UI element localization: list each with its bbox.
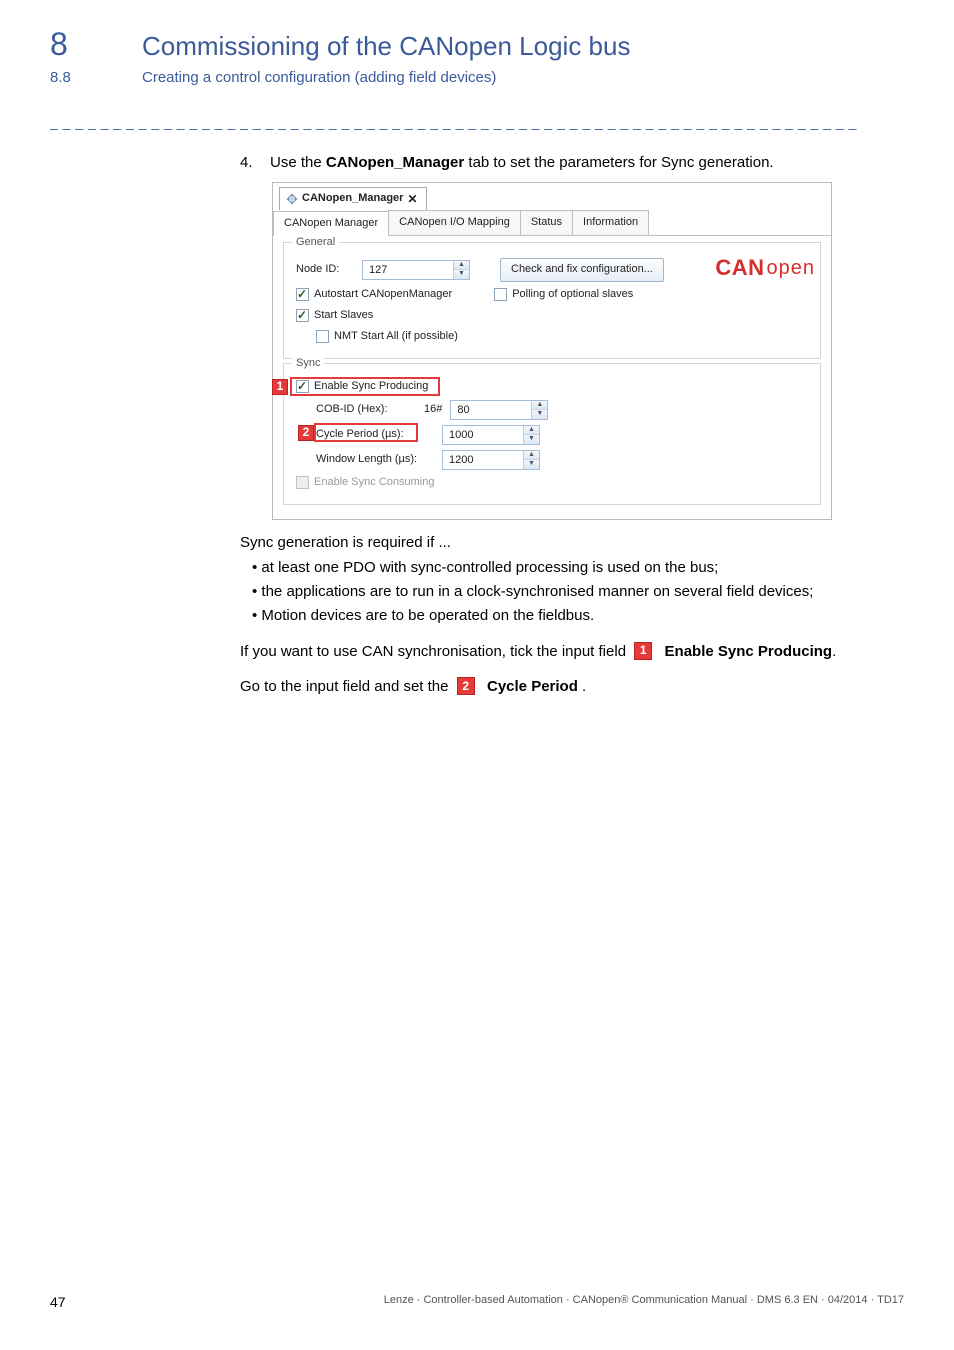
p1-bold: Enable Sync Producing [665,643,833,660]
document-tab-label: CANopen_Manager [302,191,403,207]
window-length-spinner[interactable]: ▲▼ [523,451,539,469]
page-footer: 47 Lenze · Controller-based Automation ·… [0,1294,954,1310]
p1-pre: If you want to use CAN synchronisation, … [240,643,630,660]
cob-id-prefix: 16# [424,402,442,418]
sync-group: Sync 1 Enable Sync Producing COB-ID (Hex… [283,363,821,505]
bullet-list: at least one PDO with sync-controlled pr… [252,557,874,626]
paragraph-cycle-period: Go to the input field and set the 2 Cycl… [240,676,874,698]
section-title: Creating a control configuration (adding… [142,69,496,86]
cob-id-value: 80 [451,401,531,419]
list-item: at least one PDO with sync-controlled pr… [252,557,874,579]
chapter-title: Commissioning of the CANopen Logic bus [142,31,630,62]
step-number: 4. [240,152,258,174]
start-slaves-checkbox[interactable]: Start Slaves [296,308,373,324]
enable-sync-consuming-label: Enable Sync Consuming [314,475,434,491]
tab-status[interactable]: Status [520,210,573,235]
p2-bold: Cycle Period [487,678,578,695]
p2-pre: Go to the input field and set the [240,678,453,695]
nmt-start-all-checkbox[interactable]: NMT Start All (if possible) [316,329,458,345]
chevron-up-icon[interactable]: ▲ [454,261,469,270]
chevron-down-icon[interactable]: ▼ [524,459,539,469]
chevron-up-icon[interactable]: ▲ [524,426,539,435]
tab-information[interactable]: Information [572,210,649,235]
callout-marker-2: 2 [298,425,314,441]
device-icon [286,193,298,205]
callout-marker-1: 1 [272,379,288,395]
list-item: the applications are to run in a clock-s… [252,581,874,603]
chevron-up-icon[interactable]: ▲ [524,451,539,460]
canopen-manager-panel: CANopen_Manager ✕ CANopen Manager CANope… [272,182,832,520]
cycle-period-spinner[interactable]: ▲▼ [523,426,539,444]
logo-open: open [767,254,816,283]
step-4: 4. Use the CANopen_Manager tab to set th… [240,152,874,174]
general-legend: General [292,235,339,251]
top-tab-bar: CANopen_Manager ✕ [273,183,831,210]
callout-box-2 [314,423,418,442]
autostart-checkbox[interactable]: Autostart CANopenManager [296,287,452,303]
node-id-value: 127 [363,261,453,279]
nmt-start-all-label: NMT Start All (if possible) [334,329,458,345]
window-length-input[interactable]: 1200 ▲▼ [442,450,540,470]
autostart-label: Autostart CANopenManager [314,287,452,303]
chevron-down-icon[interactable]: ▼ [532,409,547,419]
step-pre: Use the [270,154,326,171]
check-fix-button[interactable]: Check and fix configuration... [500,258,664,282]
canopen-logo: CANopen [715,252,815,284]
cob-id-label: COB-ID (Hex): [316,402,416,418]
page-header: 8 Commissioning of the CANopen Logic bus… [0,0,954,86]
chapter-number: 8 [50,26,84,63]
page-number: 47 [50,1294,66,1310]
sub-tab-bar: CANopen Manager CANopen I/O Mapping Stat… [273,210,831,236]
document-tab-canopen-manager[interactable]: CANopen_Manager ✕ [279,187,427,210]
separator: _ _ _ _ _ _ _ _ _ _ _ _ _ _ _ _ _ _ _ _ … [50,114,904,130]
close-icon[interactable]: ✕ [407,191,417,208]
inline-marker-1: 1 [634,642,652,660]
chevron-down-icon[interactable]: ▼ [524,434,539,444]
cob-id-input[interactable]: 80 ▲▼ [450,400,548,420]
tab-canopen-manager[interactable]: CANopen Manager [273,211,389,236]
sync-required-intro: Sync generation is required if ... [240,532,874,554]
chevron-up-icon[interactable]: ▲ [532,401,547,410]
p2-post: . [578,678,586,695]
cob-id-spinner[interactable]: ▲▼ [531,401,547,419]
inline-marker-2: 2 [457,677,475,695]
explanation-text: Sync generation is required if ... at le… [240,532,874,699]
cycle-period-value: 1000 [443,426,523,444]
step-bold: CANopen_Manager [326,154,464,171]
tab-canopen-io-mapping[interactable]: CANopen I/O Mapping [388,210,521,235]
sync-legend: Sync [292,356,324,372]
section-number: 8.8 [50,69,84,86]
list-item: Motion devices are to be operated on the… [252,605,874,627]
logo-can: CAN [715,252,764,284]
node-id-label: Node ID: [296,262,354,278]
start-slaves-label: Start Slaves [314,308,373,324]
panel-body: CANopen General Node ID: 127 ▲▼ Check an… [273,236,831,519]
window-length-label: Window Length (µs): [316,452,434,468]
cycle-period-input[interactable]: 1000 ▲▼ [442,425,540,445]
enable-sync-consuming-checkbox: Enable Sync Consuming [296,475,434,491]
callout-box-1 [290,377,440,396]
p1-post: . [832,643,836,660]
footer-line: Lenze · Controller-based Automation · CA… [384,1294,904,1310]
chevron-down-icon[interactable]: ▼ [454,269,469,279]
step-post: tab to set the parameters for Sync gener… [464,154,773,171]
step-text: Use the CANopen_Manager tab to set the p… [270,152,774,174]
paragraph-enable-sync: If you want to use CAN synchronisation, … [240,641,874,663]
polling-label: Polling of optional slaves [512,287,633,303]
window-length-value: 1200 [443,451,523,469]
polling-checkbox[interactable]: Polling of optional slaves [494,287,633,303]
node-id-spinner[interactable]: ▲▼ [453,261,469,279]
node-id-input[interactable]: 127 ▲▼ [362,260,470,280]
